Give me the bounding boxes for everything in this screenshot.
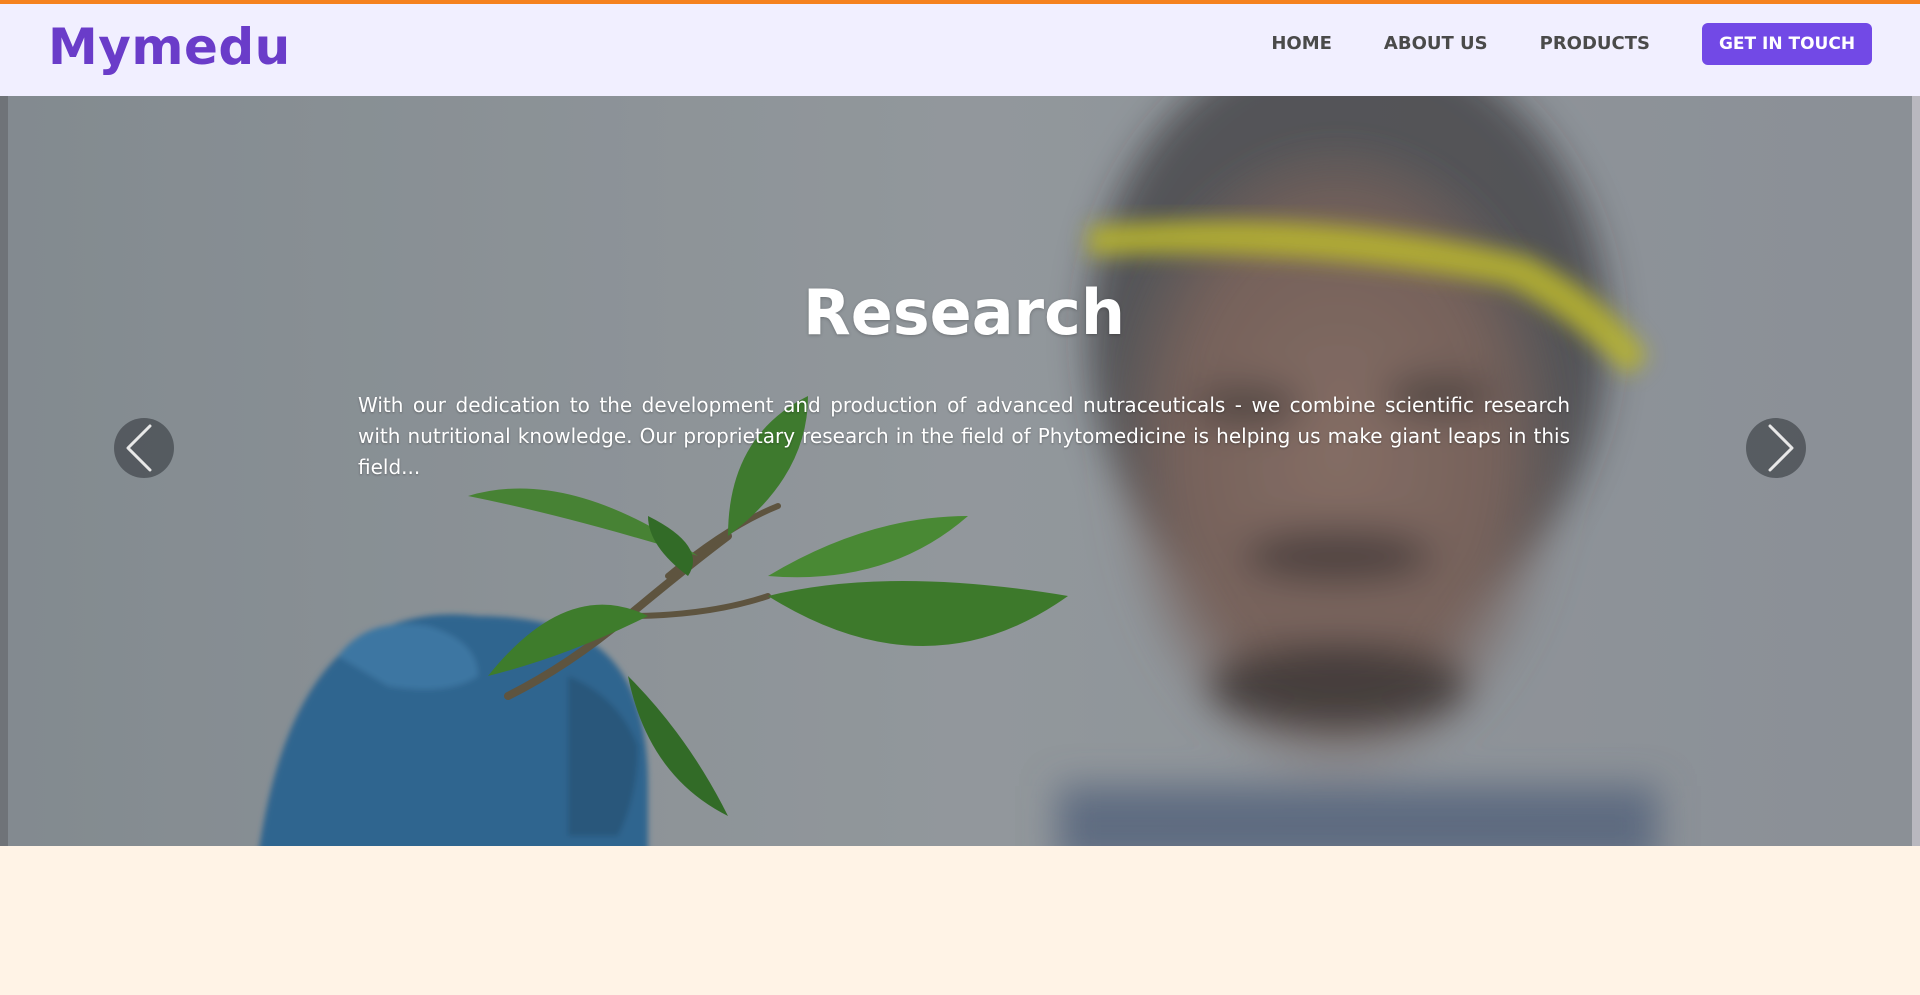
site-logo[interactable]: Mymedu	[48, 22, 291, 72]
chevron-right-icon	[1768, 424, 1794, 472]
chevron-left-icon	[126, 424, 152, 472]
hero-content: Research With our dedication to the deve…	[358, 276, 1570, 483]
carousel-prev-button[interactable]	[114, 418, 174, 478]
nav-about-us[interactable]: ABOUT US	[1384, 23, 1488, 65]
below-hero-section	[0, 846, 1920, 995]
get-in-touch-button[interactable]: GET IN TOUCH	[1702, 23, 1872, 65]
carousel-next-button[interactable]	[1746, 418, 1806, 478]
nav-products[interactable]: PRODUCTS	[1540, 23, 1650, 65]
site-header: Mymedu HOME ABOUT US PRODUCTS GET IN TOU…	[0, 4, 1920, 96]
hero-left-edge	[0, 96, 8, 846]
hero-right-edge	[1912, 96, 1920, 846]
hero-description: With our dedication to the development a…	[358, 393, 1570, 480]
nav-home[interactable]: HOME	[1271, 23, 1332, 65]
main-nav: HOME ABOUT US PRODUCTS GET IN TOUCH	[1271, 23, 1872, 65]
hero-carousel: Research With our dedication to the deve…	[8, 96, 1912, 846]
hero-title: Research	[802, 276, 1126, 349]
